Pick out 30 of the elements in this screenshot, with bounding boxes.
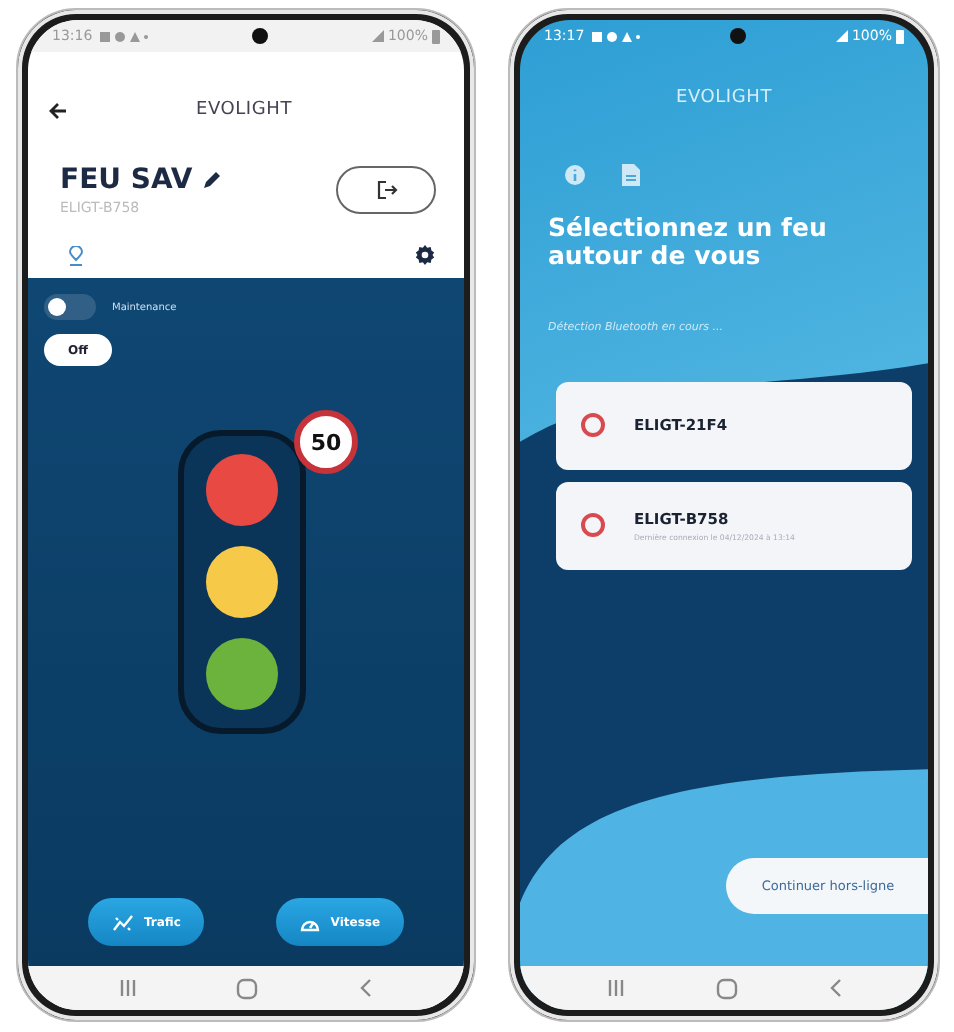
screen-heading: Sélectionnez un feu autour de vous [548, 214, 829, 269]
app-title: EVOLIGHT [673, 86, 775, 108]
logout-icon [375, 180, 397, 200]
camera-hole [252, 28, 269, 44]
signal-icon [371, 30, 384, 42]
home-icon[interactable] [715, 977, 737, 999]
camera-hole [730, 28, 747, 44]
recent-apps-icon[interactable] [117, 978, 138, 998]
battery-icon [431, 29, 440, 43]
back-icon[interactable] [358, 978, 375, 998]
maintenance-toggle[interactable] [44, 294, 96, 320]
back-icon[interactable] [827, 978, 843, 998]
logout-button[interactable] [336, 166, 436, 214]
radio-button[interactable] [580, 512, 606, 538]
recent-apps-icon[interactable] [605, 978, 625, 998]
document-icon[interactable] [622, 164, 640, 186]
pencil-icon[interactable] [202, 170, 223, 190]
location-pin-icon[interactable] [68, 245, 84, 265]
notification-icons [100, 29, 149, 43]
signal-icon [835, 30, 848, 42]
notification-icons [592, 29, 641, 43]
radio-button[interactable] [580, 412, 606, 438]
battery-icon [895, 29, 904, 43]
app-title: EVOLIGHT [193, 100, 295, 120]
device-name: FEU SAV [60, 164, 193, 196]
settings-icon[interactable] [414, 244, 436, 266]
back-arrow-icon[interactable] [48, 101, 68, 119]
speed-limit-sign: 50 [294, 410, 358, 474]
info-icon[interactable] [564, 164, 586, 186]
home-icon[interactable] [236, 977, 259, 999]
